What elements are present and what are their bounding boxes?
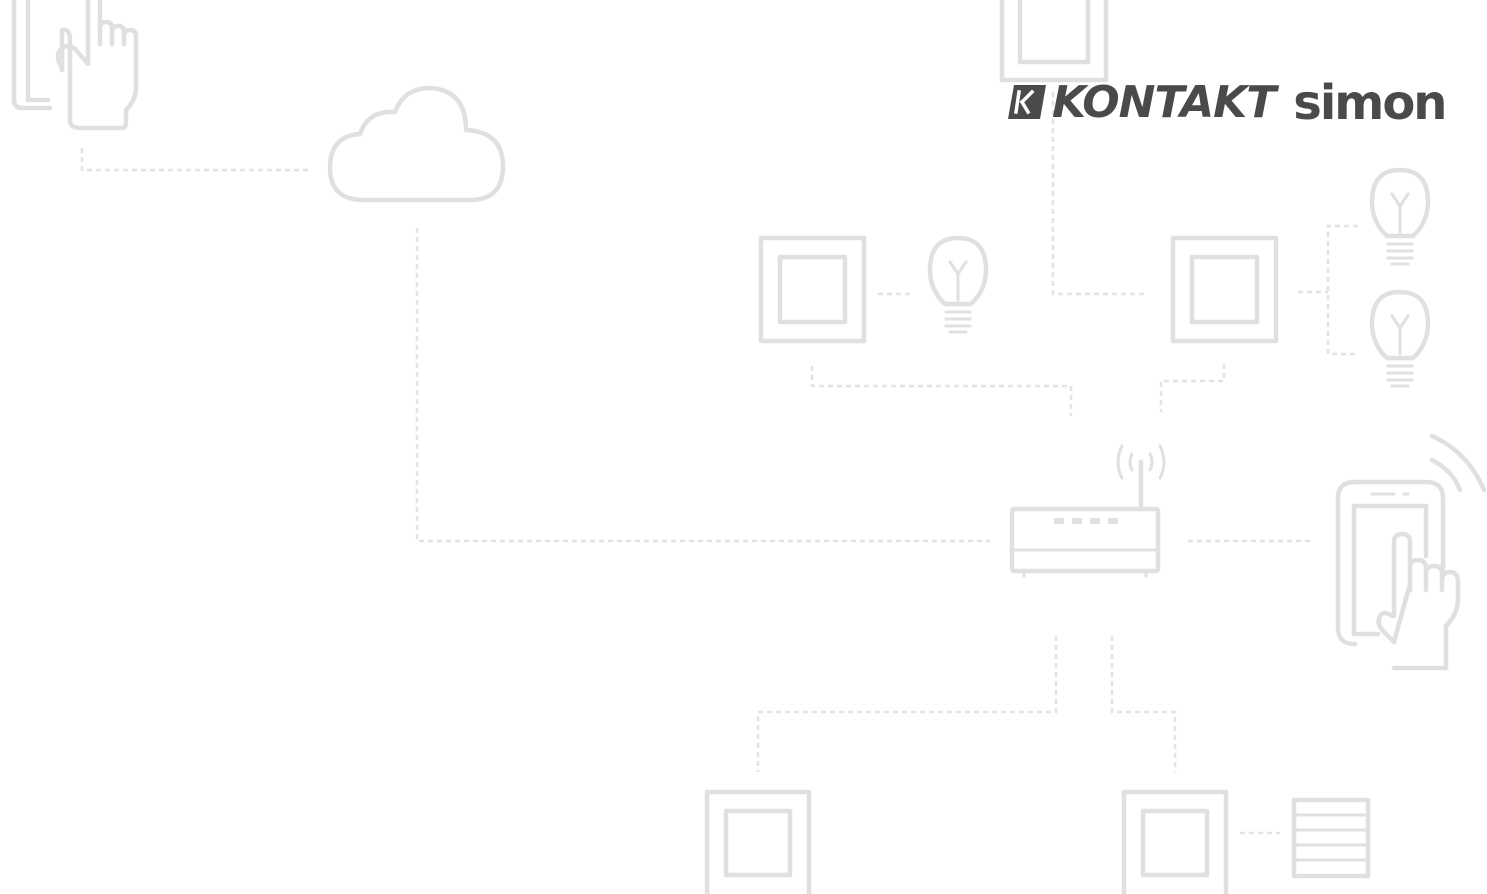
bulb-icon [927, 235, 989, 334]
hand-touch-icon [11, 0, 139, 131]
switch-icon [1170, 235, 1279, 344]
brand-kontakt: KONTAKT [1052, 77, 1276, 128]
line-rightswitch-bulbs [1298, 224, 1358, 356]
blind-icon [1291, 797, 1371, 879]
kontakt-mark-icon [1008, 85, 1046, 119]
cloud-icon [327, 85, 506, 203]
line-rightswitch-router [1159, 364, 1226, 412]
switch-icon [999, 0, 1109, 83]
line-router-bottomleft [756, 636, 1058, 772]
brand-simon: simon [1293, 75, 1447, 131]
diagram-canvas: KONTAKT simon [0, 0, 1487, 894]
router-icon [1009, 444, 1166, 578]
line-midswitch-router [810, 366, 1073, 416]
network-diagram [11, 0, 1487, 894]
bulb-icon [1369, 167, 1431, 266]
switch-icon [1121, 789, 1229, 894]
line-cloud-router [415, 228, 990, 543]
brand-logo: KONTAKT simon [1008, 70, 1447, 131]
smartphone-touch-icon [1335, 433, 1487, 671]
switch-icon [704, 789, 812, 894]
connection-lines [80, 92, 1358, 835]
switch-icon [758, 235, 867, 344]
bulb-icon [1369, 289, 1431, 388]
line-hand-cloud [80, 148, 308, 172]
line-router-bottomright [1110, 636, 1177, 772]
